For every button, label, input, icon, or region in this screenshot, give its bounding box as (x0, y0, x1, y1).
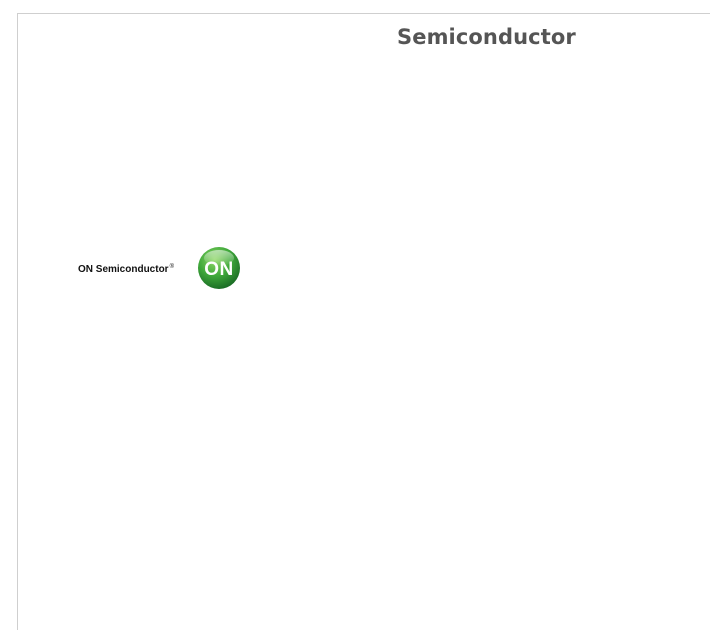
brand-wordmark: ON Semiconductor® (78, 264, 174, 275)
registered-mark: ® (169, 264, 174, 270)
brand-wordmark-text: ON Semiconductor (78, 264, 169, 275)
on-logo-icon: ON (198, 247, 240, 289)
brand-logo: ON Semiconductor® ON (60, 245, 250, 295)
page-title: Semiconductor (397, 25, 576, 49)
on-logo-text: ON (204, 259, 234, 280)
page-frame (17, 13, 710, 630)
